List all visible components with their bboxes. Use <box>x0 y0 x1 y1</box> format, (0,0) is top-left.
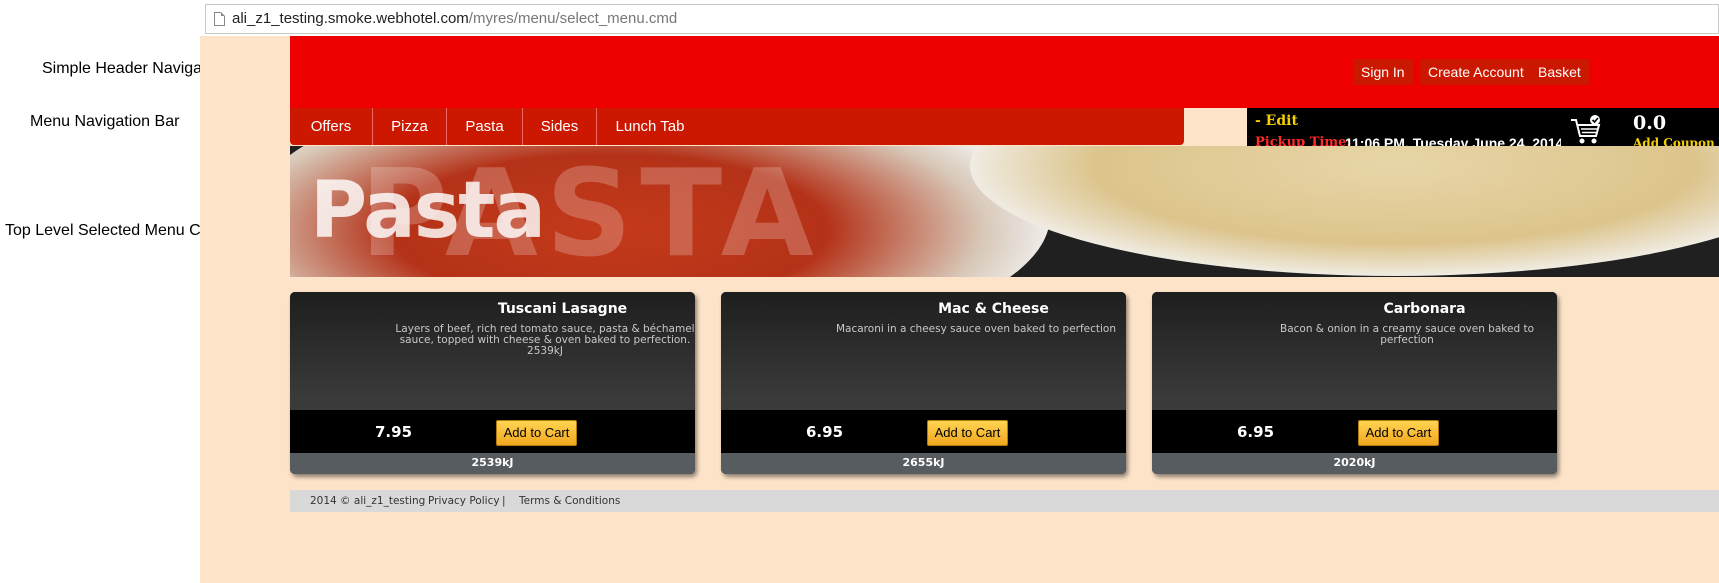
product-card: Tuscani Lasagne Layers of beef, rich red… <box>290 292 695 474</box>
menu-item-offers[interactable]: Offers <box>290 108 373 145</box>
product-name: Carbonara <box>1383 301 1466 317</box>
product-price: 7.95 <box>375 423 413 441</box>
product-description-text: Bacon & onion in a creamy sauce oven bak… <box>1279 323 1534 346</box>
footer: 2014 © ali_z1_testing Privacy Policy | T… <box>290 490 1719 512</box>
product-card-body: Tuscani Lasagne Layers of beef, rich red… <box>290 292 695 410</box>
url-domain: ali_z1_testing.smoke.webhotel.com <box>232 10 469 27</box>
product-name: Mac & Cheese <box>938 301 1049 317</box>
footer-separator: | <box>502 495 506 507</box>
footer-copyright: 2014 © ali_z1_testing <box>310 495 426 507</box>
menu-item-lunch-tab[interactable]: Lunch Tab <box>597 108 703 145</box>
product-card-body: Carbonara Bacon & onion in a creamy sauc… <box>1152 292 1557 410</box>
add-to-cart-button[interactable]: Add to Cart <box>927 420 1008 446</box>
sign-in-button[interactable]: Sign In <box>1353 59 1413 85</box>
pasta-plate-image <box>970 146 1719 276</box>
page-icon <box>214 12 225 26</box>
create-account-button[interactable]: Create Account <box>1420 59 1532 85</box>
header-navigation: Sign In Create Account Basket <box>290 36 1719 108</box>
product-description-kj: 2539kJ <box>527 345 563 357</box>
product-name: Tuscani Lasagne <box>497 301 628 317</box>
terms-conditions-link[interactable]: Terms & Conditions <box>519 490 620 512</box>
product-card-actions: 6.95 Add to Cart <box>721 410 1126 453</box>
browser-address-bar[interactable]: ali_z1_testing.smoke.webhotel.com/myres/… <box>205 4 1719 34</box>
product-energy: 2655kJ <box>721 453 1126 474</box>
product-energy: 2020kJ <box>1152 453 1557 474</box>
menu-item-sides[interactable]: Sides <box>523 108 597 145</box>
add-to-cart-button[interactable]: Add to Cart <box>496 420 577 446</box>
add-to-cart-button[interactable]: Add to Cart <box>1358 420 1439 446</box>
product-price: 6.95 <box>806 423 844 441</box>
url-path: /myres/menu/select_menu.cmd <box>468 10 678 27</box>
url-text[interactable]: ali_z1_testing.smoke.webhotel.com/myres/… <box>232 10 677 27</box>
product-description: Macaroni in a cheesy sauce oven baked to… <box>826 324 1126 335</box>
product-description: Bacon & onion in a creamy sauce oven bak… <box>1257 324 1557 346</box>
shopping-cart-icon <box>1571 115 1601 144</box>
category-banner: PASTA Pasta <box>290 146 1719 277</box>
basket-button[interactable]: Basket <box>1530 59 1589 85</box>
annotation-menu-nav: Menu Navigation Bar <box>30 113 180 130</box>
product-description-text: Macaroni in a cheesy sauce oven baked to… <box>835 323 1117 335</box>
page-canvas: Sign In Create Account Basket Offers Piz… <box>200 36 1719 583</box>
category-title: Pasta <box>310 166 546 256</box>
product-description: Layers of beef, rich red tomato sauce, p… <box>395 324 695 357</box>
product-description-text: Layers of beef, rich red tomato sauce, p… <box>395 323 695 346</box>
product-price: 6.95 <box>1237 423 1275 441</box>
product-card-actions: 7.95 Add to Cart <box>290 410 695 453</box>
privacy-policy-link[interactable]: Privacy Policy <box>428 490 500 512</box>
edit-pickup-link[interactable]: - Edit <box>1255 113 1298 129</box>
product-card: Mac & Cheese Macaroni in a cheesy sauce … <box>721 292 1126 474</box>
menu-navigation-bar: Offers Pizza Pasta Sides Lunch Tab <box>290 108 1184 145</box>
menu-item-pizza[interactable]: Pizza <box>373 108 447 145</box>
product-card: Carbonara Bacon & onion in a creamy sauc… <box>1152 292 1557 474</box>
product-energy: 2539kJ <box>290 453 695 474</box>
menu-item-pasta[interactable]: Pasta <box>447 108 523 145</box>
product-card-body: Mac & Cheese Macaroni in a cheesy sauce … <box>721 292 1126 410</box>
cart-total: 0.0 <box>1633 112 1667 134</box>
product-card-actions: 6.95 Add to Cart <box>1152 410 1557 453</box>
